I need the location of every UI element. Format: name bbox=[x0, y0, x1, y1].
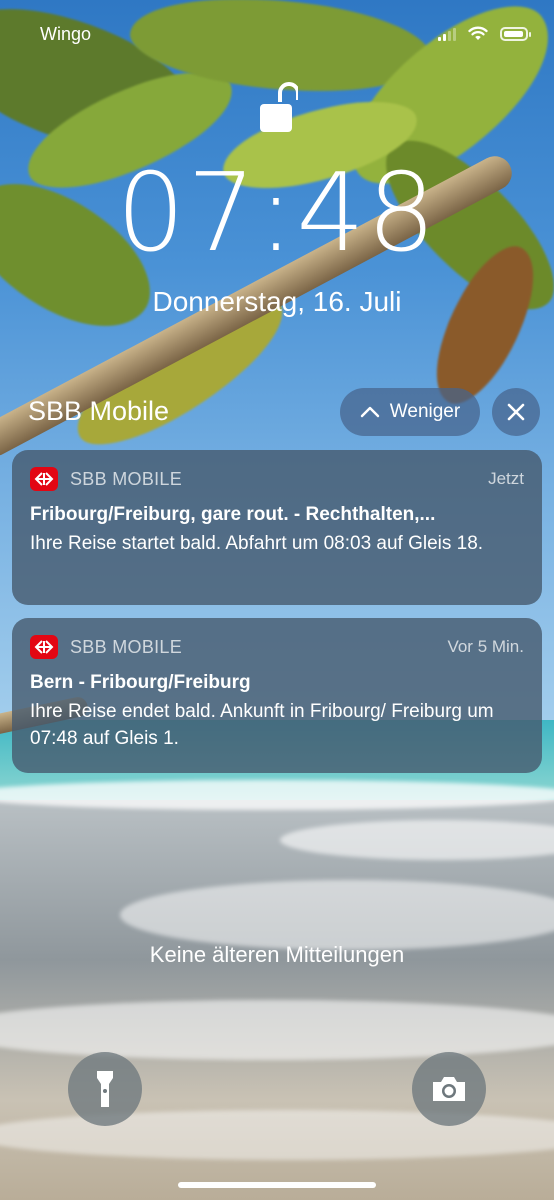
home-indicator[interactable] bbox=[178, 1182, 376, 1188]
no-older-notifications-label: Keine älteren Mitteilungen bbox=[149, 942, 405, 967]
cellular-signal-icon bbox=[438, 27, 456, 41]
chevron-up-icon bbox=[360, 406, 379, 418]
status-icons bbox=[438, 26, 531, 41]
notification-time: Jetzt bbox=[488, 469, 524, 488]
show-less-button[interactable]: Weniger bbox=[340, 388, 480, 436]
notification-card[interactable]: SBB MOBILE Jetzt Fribourg/Freiburg, gare… bbox=[12, 450, 542, 605]
notification-header: SBB MOBILE Jetzt bbox=[30, 466, 524, 492]
notification-title: Fribourg/Freiburg, gare rout. - Rechthal… bbox=[30, 504, 436, 525]
flashlight-icon bbox=[97, 1071, 113, 1107]
notification-title: Bern - Fribourg/Freiburg bbox=[30, 672, 251, 693]
clear-group-button[interactable] bbox=[492, 388, 540, 436]
show-less-label: Weniger bbox=[389, 401, 461, 422]
battery-icon bbox=[500, 27, 531, 41]
lock-screen-date: Donnerstag, 16. Juli bbox=[152, 286, 402, 317]
close-icon bbox=[507, 403, 525, 421]
flashlight-button[interactable] bbox=[68, 1052, 142, 1126]
carrier-name: Wingo bbox=[40, 24, 92, 44]
notification-card[interactable]: SBB MOBILE Vor 5 Min. Bern - Fribourg/Fr… bbox=[12, 618, 542, 773]
camera-button[interactable] bbox=[412, 1052, 486, 1126]
sbb-app-icon bbox=[30, 467, 58, 491]
notification-body: Ihre Reise endet bald. Ankunft in Fribou… bbox=[30, 701, 494, 749]
lock-screen-clock: 07:48 bbox=[116, 151, 438, 276]
notification-group-title: SBB Mobile bbox=[28, 396, 170, 426]
sbb-app-icon bbox=[30, 635, 58, 659]
notification-app-name: SBB MOBILE bbox=[70, 636, 183, 657]
unlocked-padlock-icon bbox=[260, 82, 298, 132]
notification-body: Ihre Reise startet bald. Abfahrt um 08:0… bbox=[30, 533, 484, 554]
wifi-icon bbox=[468, 26, 488, 40]
camera-icon bbox=[433, 1077, 465, 1101]
notification-time: Vor 5 Min. bbox=[447, 637, 524, 656]
notification-app-name: SBB MOBILE bbox=[70, 468, 183, 489]
notification-header: SBB MOBILE Vor 5 Min. bbox=[30, 634, 524, 660]
